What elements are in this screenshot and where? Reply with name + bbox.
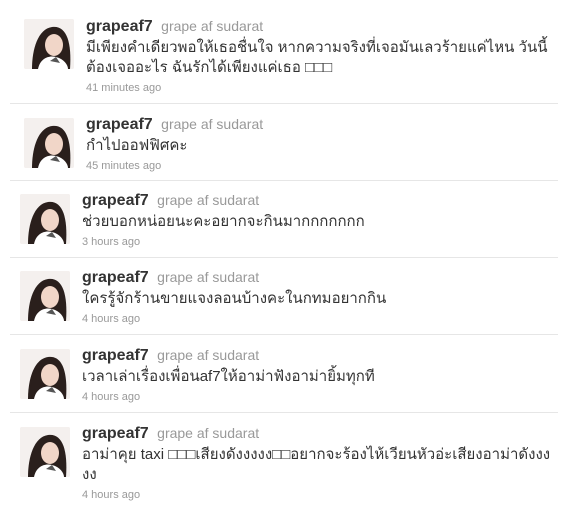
timestamp-link[interactable]: 3 hours ago <box>82 235 560 249</box>
avatar[interactable] <box>20 349 70 399</box>
avatar[interactable] <box>24 19 74 69</box>
avatar[interactable] <box>20 271 70 321</box>
tweet-body: grapeaf7 grape af sudarat ใครรู้จักร้านข… <box>82 268 560 326</box>
tweet-body: grapeaf7 grape af sudarat ช่วยบอกหน่อยนะ… <box>82 191 560 249</box>
tweet-text: อาม่าคุย taxi □□□เสียงดังงงงง□□อยากจะร้อ… <box>82 446 551 483</box>
full-name: grape af sudarat <box>157 269 260 285</box>
divider <box>10 257 558 258</box>
full-name: grape af sudarat <box>161 116 264 132</box>
tweet-body: grapeaf7 grape af sudarat มีเพียงคำเดียว… <box>86 17 560 95</box>
profile-photo-icon <box>20 194 70 244</box>
full-name: grape af sudarat <box>157 192 260 208</box>
avatar[interactable] <box>24 118 74 168</box>
tweet-text: มีเพียงคำเดียวพอให้เธอชื่นใจ หากความจริง… <box>86 39 548 76</box>
tweet-text: ช่วยบอกหน่อยนะคะอยากจะกินมากกกกกกก <box>82 213 365 230</box>
screen-name-link[interactable]: grapeaf7 <box>86 116 153 133</box>
tweet-text: เวลาเล่าเรื่องเพื่อนaf7ให้อาม่าฟังอาม่าย… <box>82 368 375 385</box>
timestamp-link[interactable]: 4 hours ago <box>82 390 560 404</box>
tweet-feed: grapeaf7 grape af sudarat มีเพียงคำเดียว… <box>0 0 566 514</box>
divider <box>10 103 558 104</box>
tweet-text: กำไปออฟฟิศคะ <box>86 137 188 154</box>
profile-photo-icon <box>24 19 74 69</box>
tweet-body: grapeaf7 grape af sudarat เวลาเล่าเรื่อง… <box>82 346 560 404</box>
profile-photo-icon <box>20 271 70 321</box>
tweet-header: grapeaf7 grape af sudarat <box>82 424 560 443</box>
divider <box>10 180 558 181</box>
full-name: grape af sudarat <box>157 347 260 363</box>
screen-name-link[interactable]: grapeaf7 <box>82 347 149 364</box>
avatar[interactable] <box>20 427 70 477</box>
tweet-header: grapeaf7 grape af sudarat <box>86 115 560 134</box>
tweet-body: grapeaf7 grape af sudarat อาม่าคุย taxi … <box>82 424 560 502</box>
tweet-header: grapeaf7 grape af sudarat <box>82 346 560 365</box>
timestamp-link[interactable]: 45 minutes ago <box>86 159 560 173</box>
tweet-header: grapeaf7 grape af sudarat <box>82 268 560 287</box>
timestamp-link[interactable]: 4 hours ago <box>82 312 560 326</box>
screen-name-link[interactable]: grapeaf7 <box>82 425 149 442</box>
profile-photo-icon <box>20 349 70 399</box>
timestamp-link[interactable]: 41 minutes ago <box>86 81 560 95</box>
profile-photo-icon <box>20 427 70 477</box>
tweet-body: grapeaf7 grape af sudarat กำไปออฟฟิศคะ 4… <box>86 115 560 173</box>
divider <box>10 334 558 335</box>
screen-name-link[interactable]: grapeaf7 <box>82 192 149 209</box>
tweet-header: grapeaf7 grape af sudarat <box>86 17 560 36</box>
timestamp-link[interactable]: 4 hours ago <box>82 488 560 502</box>
tweet-text: ใครรู้จักร้านขายแจงลอนบ้างคะในกทมอยากกิน <box>82 290 387 307</box>
tweet-header: grapeaf7 grape af sudarat <box>82 191 560 210</box>
full-name: grape af sudarat <box>161 18 264 34</box>
avatar[interactable] <box>20 194 70 244</box>
profile-photo-icon <box>24 118 74 168</box>
full-name: grape af sudarat <box>157 425 260 441</box>
divider <box>10 412 558 413</box>
screen-name-link[interactable]: grapeaf7 <box>82 269 149 286</box>
screen-name-link[interactable]: grapeaf7 <box>86 18 153 35</box>
